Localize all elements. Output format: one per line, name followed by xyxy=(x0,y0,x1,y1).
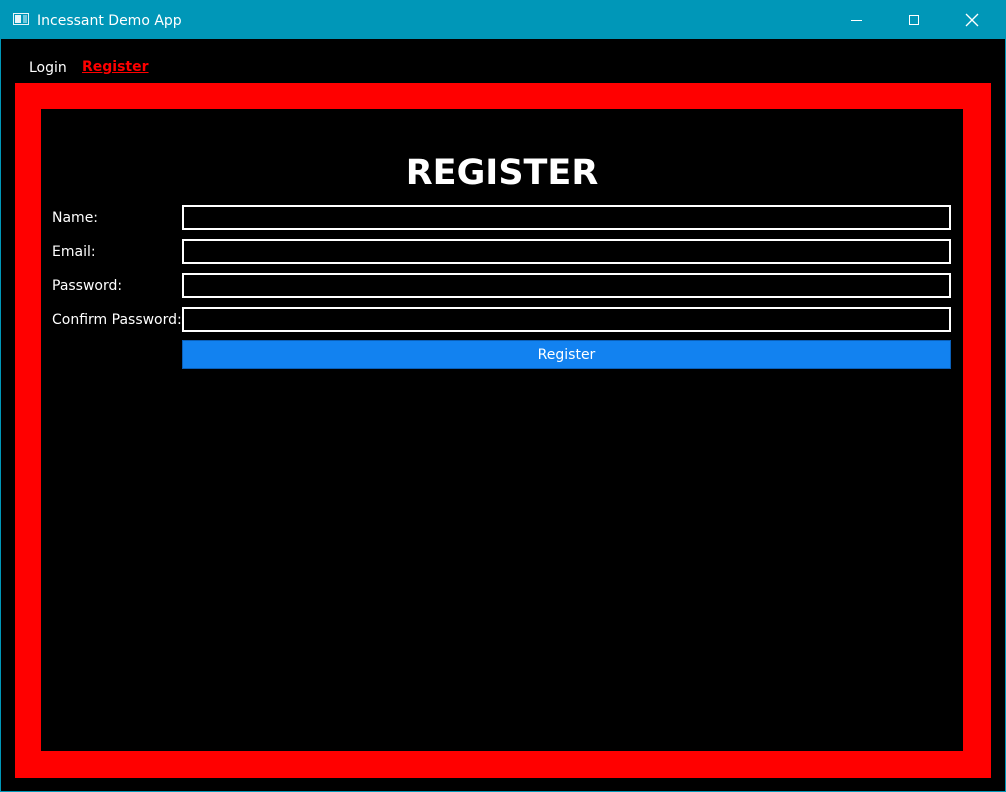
name-field[interactable] xyxy=(182,205,951,230)
password-field[interactable] xyxy=(182,273,951,298)
confirm-password-label: Confirm Password: xyxy=(52,312,182,328)
maximize-icon xyxy=(909,15,919,25)
password-label: Password: xyxy=(52,278,123,294)
nav-link-register[interactable]: Register xyxy=(82,58,149,76)
title-bar[interactable]: Incessant Demo App xyxy=(1,1,1005,39)
email-field[interactable] xyxy=(182,239,951,264)
register-button[interactable]: Register xyxy=(182,340,951,369)
minimize-icon xyxy=(850,19,862,21)
page-frame: REGISTER Name: Email: Password: Confirm … xyxy=(15,83,991,778)
window-title: Incessant Demo App xyxy=(37,13,182,29)
app-icon-pane xyxy=(15,15,21,23)
confirm-password-field[interactable] xyxy=(182,307,951,332)
nav-bar: Login Register xyxy=(1,39,1005,83)
close-button[interactable] xyxy=(949,1,995,39)
minimize-button[interactable] xyxy=(833,1,879,39)
close-icon xyxy=(965,13,979,27)
email-label: Email: xyxy=(52,244,96,260)
page-title: REGISTER xyxy=(405,153,599,193)
name-label: Name: xyxy=(52,210,99,226)
app-window-icon xyxy=(13,13,29,25)
app-window: Incessant Demo App Login Register REGIST… xyxy=(0,0,1006,792)
app-icon-pane xyxy=(23,15,27,23)
maximize-button[interactable] xyxy=(891,1,937,39)
nav-link-login[interactable]: Login xyxy=(29,59,67,77)
register-panel: REGISTER Name: Email: Password: Confirm … xyxy=(41,109,963,751)
